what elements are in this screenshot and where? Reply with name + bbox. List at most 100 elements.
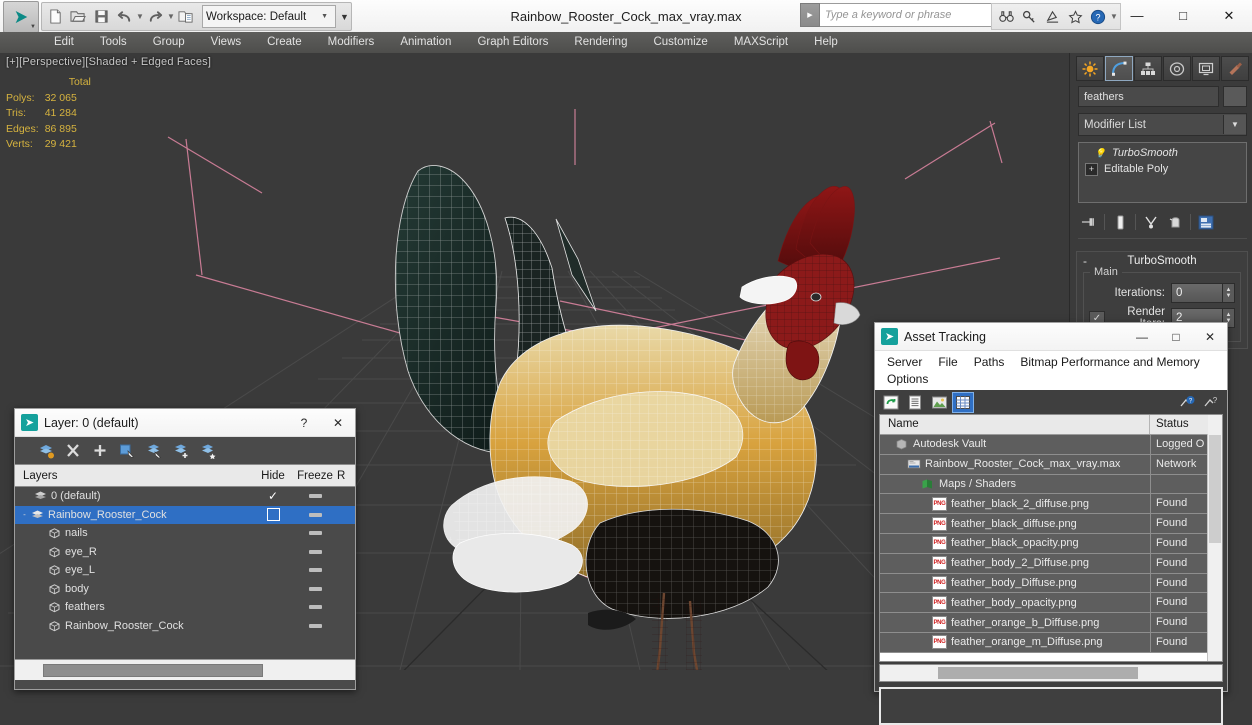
redo-dropdown-icon[interactable]: ▼ bbox=[167, 12, 174, 21]
motion-tab[interactable] bbox=[1163, 56, 1191, 81]
workspace-dropdown-icon[interactable]: ▼ bbox=[337, 12, 349, 22]
asset-column-name[interactable]: Name bbox=[880, 415, 1150, 434]
table-row[interactable]: PNG feather_body_opacity.png Found bbox=[880, 593, 1222, 613]
iterations-spinner[interactable]: ▲▼ bbox=[1223, 283, 1235, 303]
menu-item-graph-editors[interactable]: Graph Editors bbox=[464, 32, 561, 53]
menu-item-tools[interactable]: Tools bbox=[87, 32, 140, 53]
lightbulb-icon[interactable]: 💡 bbox=[1095, 148, 1106, 159]
menu-item-modifiers[interactable]: Modifiers bbox=[315, 32, 388, 53]
menu-item-maxscript[interactable]: MAXScript bbox=[721, 32, 801, 53]
table-row[interactable]: feathers bbox=[15, 598, 355, 617]
close-button[interactable]: ✕ bbox=[1206, 0, 1252, 31]
star-icon[interactable] bbox=[1064, 6, 1086, 27]
select-objects-icon[interactable] bbox=[116, 440, 138, 461]
delete-layer-icon[interactable] bbox=[62, 440, 84, 461]
menu-item-views[interactable]: Views bbox=[198, 32, 254, 53]
menu-item-rendering[interactable]: Rendering bbox=[561, 32, 640, 53]
layer-dialog[interactable]: ➤ Layer: 0 (default) ? ✕ bbox=[14, 408, 356, 690]
layer-dialog-help-button[interactable]: ? bbox=[287, 410, 321, 436]
layer-hide-cell[interactable] bbox=[293, 568, 337, 572]
menu-item-edit[interactable]: Edit bbox=[41, 32, 87, 53]
open-file-icon[interactable] bbox=[67, 5, 89, 28]
asset-dialog-titlebar[interactable]: ➤ Asset Tracking — □ ✕ bbox=[875, 323, 1227, 351]
project-folder-icon[interactable] bbox=[175, 5, 197, 28]
modify-tab[interactable] bbox=[1105, 56, 1133, 81]
collapse-icon[interactable]: - bbox=[1083, 256, 1087, 266]
grid-view-icon[interactable] bbox=[953, 393, 973, 412]
asset-menu-bitmap[interactable]: Bitmap Performance and Memory bbox=[1012, 354, 1207, 371]
layer-hide-cell[interactable] bbox=[293, 513, 337, 517]
asset-menu-server[interactable]: Server bbox=[879, 354, 930, 371]
make-unique-icon[interactable] bbox=[1140, 212, 1162, 233]
table-row[interactable]: PNG feather_orange_b_Diffuse.png Found bbox=[880, 613, 1222, 633]
asset-maximize-button[interactable]: □ bbox=[1159, 324, 1193, 350]
table-row[interactable]: Maps / Shaders bbox=[880, 475, 1222, 495]
asset-menu-paths[interactable]: Paths bbox=[966, 354, 1013, 371]
list-view-icon[interactable] bbox=[905, 393, 925, 412]
thumbnail-view-icon[interactable] bbox=[929, 393, 949, 412]
table-row[interactable]: - Rainbow_Rooster_Cock bbox=[15, 506, 355, 525]
hierarchy-tab[interactable] bbox=[1134, 56, 1162, 81]
table-row[interactable]: body bbox=[15, 580, 355, 599]
layer-dialog-close-button[interactable]: ✕ bbox=[321, 410, 355, 436]
table-row[interactable]: PNG feather_body_2_Diffuse.png Found bbox=[880, 554, 1222, 574]
binoculars-icon[interactable] bbox=[995, 6, 1017, 27]
asset-horizontal-scrollbar[interactable] bbox=[879, 664, 1223, 682]
maximize-button[interactable]: □ bbox=[1160, 0, 1206, 31]
select-highlighted-icon[interactable] bbox=[143, 440, 165, 461]
menu-item-create[interactable]: Create bbox=[254, 32, 315, 53]
plus-box-icon[interactable]: + bbox=[1085, 163, 1098, 176]
checkbox-icon[interactable] bbox=[267, 508, 280, 521]
modifier-stack[interactable]: 💡 TurboSmooth + Editable Poly bbox=[1078, 142, 1247, 203]
table-row[interactable]: Rainbow_Rooster_Cock bbox=[15, 617, 355, 636]
table-row[interactable]: eye_L bbox=[15, 561, 355, 580]
table-row[interactable]: 0 (default) ✓ bbox=[15, 487, 355, 506]
asset-minimize-button[interactable]: — bbox=[1125, 324, 1159, 350]
remove-modifier-icon[interactable] bbox=[1164, 212, 1186, 233]
table-row[interactable]: PNG feather_orange_m_Diffuse.png Found bbox=[880, 633, 1222, 653]
search-box[interactable]: ▶ Type a keyword or phrase bbox=[800, 4, 994, 26]
new-file-icon[interactable] bbox=[44, 5, 66, 28]
asset-menu-file[interactable]: File bbox=[930, 354, 965, 371]
menu-item-group[interactable]: Group bbox=[140, 32, 198, 53]
table-row[interactable]: PNG feather_black_2_diffuse.png Found bbox=[880, 494, 1222, 514]
asset-column-status[interactable]: Status bbox=[1150, 415, 1208, 434]
asset-menu-options[interactable]: Options bbox=[879, 371, 936, 388]
help-icon[interactable]: ? bbox=[1087, 6, 1109, 27]
utilities-tab[interactable] bbox=[1221, 56, 1249, 81]
layer-hide-cell[interactable] bbox=[293, 587, 337, 591]
layer-hide-cell[interactable] bbox=[293, 494, 337, 498]
asset-horizontal-scroll-thumb[interactable] bbox=[938, 667, 1138, 679]
create-tab[interactable] bbox=[1076, 56, 1104, 81]
object-color-swatch[interactable] bbox=[1223, 86, 1247, 107]
refresh-icon[interactable] bbox=[881, 393, 901, 412]
layer-hide-cell[interactable] bbox=[293, 531, 337, 535]
layer-current-cell[interactable] bbox=[253, 508, 293, 521]
table-row[interactable]: eye_R bbox=[15, 543, 355, 562]
workspace-selector[interactable]: Workspace: Default ▼ bbox=[202, 5, 336, 28]
asset-close-button[interactable]: ✕ bbox=[1193, 324, 1227, 350]
viewport-label[interactable]: [+][Perspective][Shaded + Edged Faces] bbox=[6, 56, 211, 68]
show-end-result-icon[interactable] bbox=[1109, 212, 1131, 233]
pin-stack-icon[interactable] bbox=[1078, 212, 1100, 233]
add-selection-icon[interactable] bbox=[170, 440, 192, 461]
object-name-field[interactable]: feathers bbox=[1078, 86, 1219, 107]
help-arrow-icon[interactable]: ? bbox=[1201, 393, 1221, 412]
search-dropdown-icon[interactable]: ▶ bbox=[800, 3, 820, 27]
menu-item-animation[interactable]: Animation bbox=[387, 32, 464, 53]
table-row[interactable]: Autodesk Vault Logged O bbox=[880, 435, 1222, 455]
asset-vertical-scrollbar[interactable] bbox=[1207, 434, 1222, 661]
table-row[interactable]: PNG feather_black_opacity.png Found bbox=[880, 534, 1222, 554]
asset-grid[interactable]: Name Status Autodesk Vault Logged O bbox=[879, 414, 1223, 662]
iterations-field[interactable]: 0 bbox=[1171, 283, 1223, 303]
undo-dropdown-icon[interactable]: ▼ bbox=[136, 12, 143, 21]
layer-horizontal-scrollbar[interactable] bbox=[43, 664, 263, 677]
layer-list[interactable]: 0 (default) ✓ - Rainbow_Rooster_Cock bbox=[15, 487, 355, 659]
table-row[interactable]: nails bbox=[15, 524, 355, 543]
key-icon[interactable] bbox=[1018, 6, 1040, 27]
set-current-icon[interactable] bbox=[197, 440, 219, 461]
configure-sets-icon[interactable] bbox=[1195, 212, 1217, 233]
layer-hide-cell[interactable] bbox=[293, 605, 337, 609]
new-layer-icon[interactable] bbox=[35, 440, 57, 461]
modifier-list-dropdown[interactable]: Modifier List ▼ bbox=[1078, 113, 1247, 136]
